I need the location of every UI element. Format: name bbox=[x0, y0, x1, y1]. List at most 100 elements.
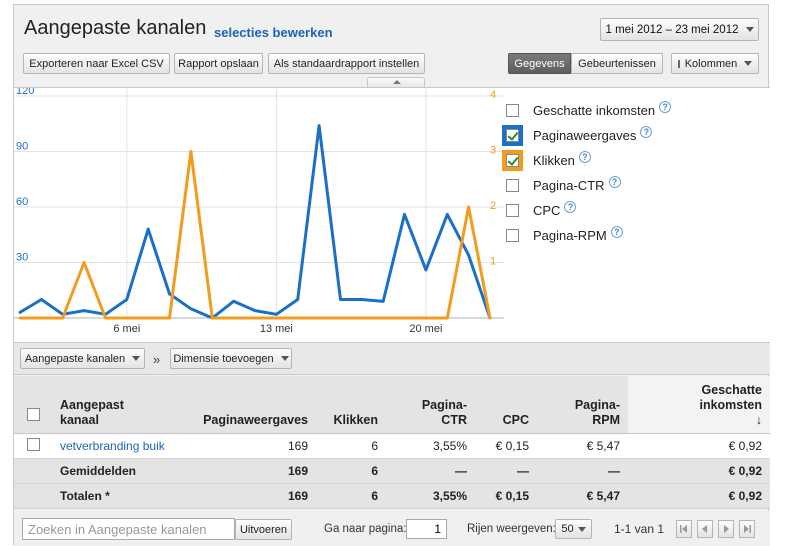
metric-checkbox[interactable] bbox=[506, 103, 519, 117]
edit-selections-link[interactable]: selecties bewerken bbox=[214, 25, 333, 40]
averages-cpc: — bbox=[475, 458, 537, 484]
collapse-chart-toggle[interactable] bbox=[367, 77, 425, 87]
y-left-tick-label: 30 bbox=[16, 252, 28, 264]
first-page-icon bbox=[680, 525, 687, 533]
chevron-down-icon bbox=[132, 356, 141, 361]
metric-option[interactable]: Pagina-CTR? bbox=[506, 175, 706, 195]
next-page-icon bbox=[724, 525, 729, 533]
metric-option[interactable]: CPC? bbox=[506, 200, 706, 220]
help-icon[interactable]: ? bbox=[608, 176, 621, 188]
sort-desc-icon: ↓ bbox=[755, 412, 762, 427]
header-custom-channel-line1: Aangepast bbox=[60, 397, 124, 412]
data-point bbox=[360, 298, 364, 301]
first-page-button[interactable] bbox=[676, 520, 692, 538]
breadcrumb-separator: » bbox=[153, 352, 161, 367]
data-point bbox=[253, 309, 257, 312]
y-right-tick-label: 4 bbox=[490, 89, 496, 101]
metric-checkbox[interactable] bbox=[506, 153, 519, 167]
totals-empty-cell bbox=[14, 483, 52, 509]
save-report-button[interactable]: Rapport opslaan bbox=[174, 53, 263, 74]
previous-page-button[interactable] bbox=[697, 520, 713, 538]
data-point bbox=[189, 150, 193, 153]
totals-clicks: 6 bbox=[316, 483, 386, 509]
report-panel: Aangepaste kanalen selecties bewerken 1 … bbox=[13, 4, 770, 546]
data-point bbox=[488, 316, 492, 320]
metric-checkbox-wrap bbox=[502, 124, 523, 146]
search-submit-button[interactable]: Uitvoeren bbox=[235, 519, 292, 540]
data-point bbox=[61, 316, 65, 320]
header-page-ctr[interactable]: Pagina- CTR bbox=[386, 376, 475, 434]
rows-per-page-label: Rijen weergeven: bbox=[467, 523, 556, 535]
columns-button[interactable]: Kolommen bbox=[671, 53, 759, 74]
help-icon[interactable]: ? bbox=[659, 101, 672, 113]
series-line-pageviews bbox=[19, 124, 492, 320]
metric-option[interactable]: Geschatte inkomsten? bbox=[506, 100, 706, 120]
totals-label: Totalen * bbox=[52, 483, 185, 509]
y-left-tick-label: 90 bbox=[16, 141, 28, 153]
totals-pageviews: 169 bbox=[185, 483, 316, 509]
metric-checkbox[interactable] bbox=[506, 203, 519, 217]
select-all-checkbox[interactable] bbox=[26, 407, 40, 421]
metric-option[interactable]: Pagina-RPM? bbox=[506, 225, 706, 245]
last-page-button[interactable] bbox=[739, 520, 755, 538]
next-page-button[interactable] bbox=[718, 520, 734, 538]
chevron-down-icon bbox=[280, 356, 289, 361]
header-estimated-earnings[interactable]: Geschatte inkomsten ↓ bbox=[628, 376, 770, 434]
rows-per-page-value: 50 bbox=[561, 523, 574, 535]
export-csv-button[interactable]: Exporteren naar Excel CSV bbox=[23, 53, 170, 74]
row-earnings: € 0,92 bbox=[628, 433, 770, 459]
chevron-up-icon bbox=[393, 80, 401, 84]
row-checkbox[interactable] bbox=[26, 437, 40, 451]
page-range-text: 1-1 van 1 bbox=[614, 522, 665, 536]
data-point bbox=[39, 316, 43, 320]
data-point bbox=[317, 124, 321, 127]
header-page-ctr-line1: Pagina- bbox=[421, 397, 467, 412]
header-custom-channel[interactable]: Aangepast kanaal bbox=[52, 376, 185, 434]
date-range-picker[interactable]: 1 mei 2012 – 23 mei 2012 bbox=[600, 18, 759, 41]
metric-checkbox-wrap bbox=[502, 100, 523, 121]
data-point bbox=[424, 316, 428, 320]
metric-option[interactable]: Paginaweergaves? bbox=[502, 124, 706, 146]
data-point bbox=[403, 213, 406, 216]
header-pageviews[interactable]: Paginaweergaves bbox=[185, 376, 316, 434]
data-point bbox=[82, 261, 86, 264]
header-cpc[interactable]: CPC bbox=[475, 376, 537, 434]
line-chart: 120 90 60 30 4 3 2 1 6 mei 13 mei 20 mei bbox=[14, 88, 504, 335]
set-default-report-button[interactable]: Als standaardrapport instellen bbox=[268, 53, 425, 74]
averages-clicks: 6 bbox=[316, 458, 386, 484]
metric-checkbox[interactable] bbox=[506, 178, 519, 192]
metric-label: Pagina-CTR bbox=[533, 177, 605, 193]
data-point bbox=[210, 316, 214, 320]
header-page-rpm[interactable]: Pagina- RPM bbox=[537, 376, 628, 434]
row-channel-link[interactable]: vetverbranding buik bbox=[52, 433, 185, 459]
view-data-button[interactable]: Gegevens bbox=[508, 53, 571, 74]
dimension-dropdown[interactable]: Aangepaste kanalen bbox=[20, 348, 145, 369]
data-point bbox=[232, 299, 236, 303]
row-pageviews: 169 bbox=[185, 433, 316, 459]
help-icon[interactable]: ? bbox=[564, 201, 577, 213]
metric-label: CPC bbox=[533, 202, 561, 218]
row-select-cell bbox=[14, 433, 52, 459]
data-point bbox=[445, 316, 449, 320]
help-icon[interactable]: ? bbox=[640, 126, 653, 138]
metric-checkbox[interactable] bbox=[506, 128, 519, 142]
view-events-button[interactable]: Gebeurtenissen bbox=[571, 53, 663, 74]
help-icon[interactable]: ? bbox=[610, 226, 623, 238]
add-dimension-label: Dimensie toevoegen bbox=[173, 352, 274, 365]
data-point bbox=[146, 227, 150, 231]
header-page-rpm-line2: RPM bbox=[592, 412, 620, 427]
date-range-label: 1 mei 2012 – 23 mei 2012 bbox=[605, 23, 739, 36]
metric-checkbox[interactable] bbox=[506, 228, 519, 242]
rows-per-page-select[interactable]: 50 bbox=[555, 519, 592, 539]
help-icon[interactable]: ? bbox=[578, 151, 591, 163]
metric-option[interactable]: Klikken? bbox=[502, 149, 706, 171]
x-tick-label: 6 mei bbox=[113, 323, 140, 335]
select-all-cell bbox=[14, 376, 52, 434]
averages-earnings: € 0,92 bbox=[628, 458, 770, 484]
goto-page-input[interactable] bbox=[406, 519, 447, 539]
data-point bbox=[125, 298, 129, 301]
header-clicks[interactable]: Klikken bbox=[316, 376, 386, 434]
search-input[interactable] bbox=[22, 518, 235, 540]
row-page-ctr: 3,55% bbox=[386, 433, 475, 459]
add-dimension-dropdown[interactable]: Dimensie toevoegen bbox=[170, 348, 292, 369]
